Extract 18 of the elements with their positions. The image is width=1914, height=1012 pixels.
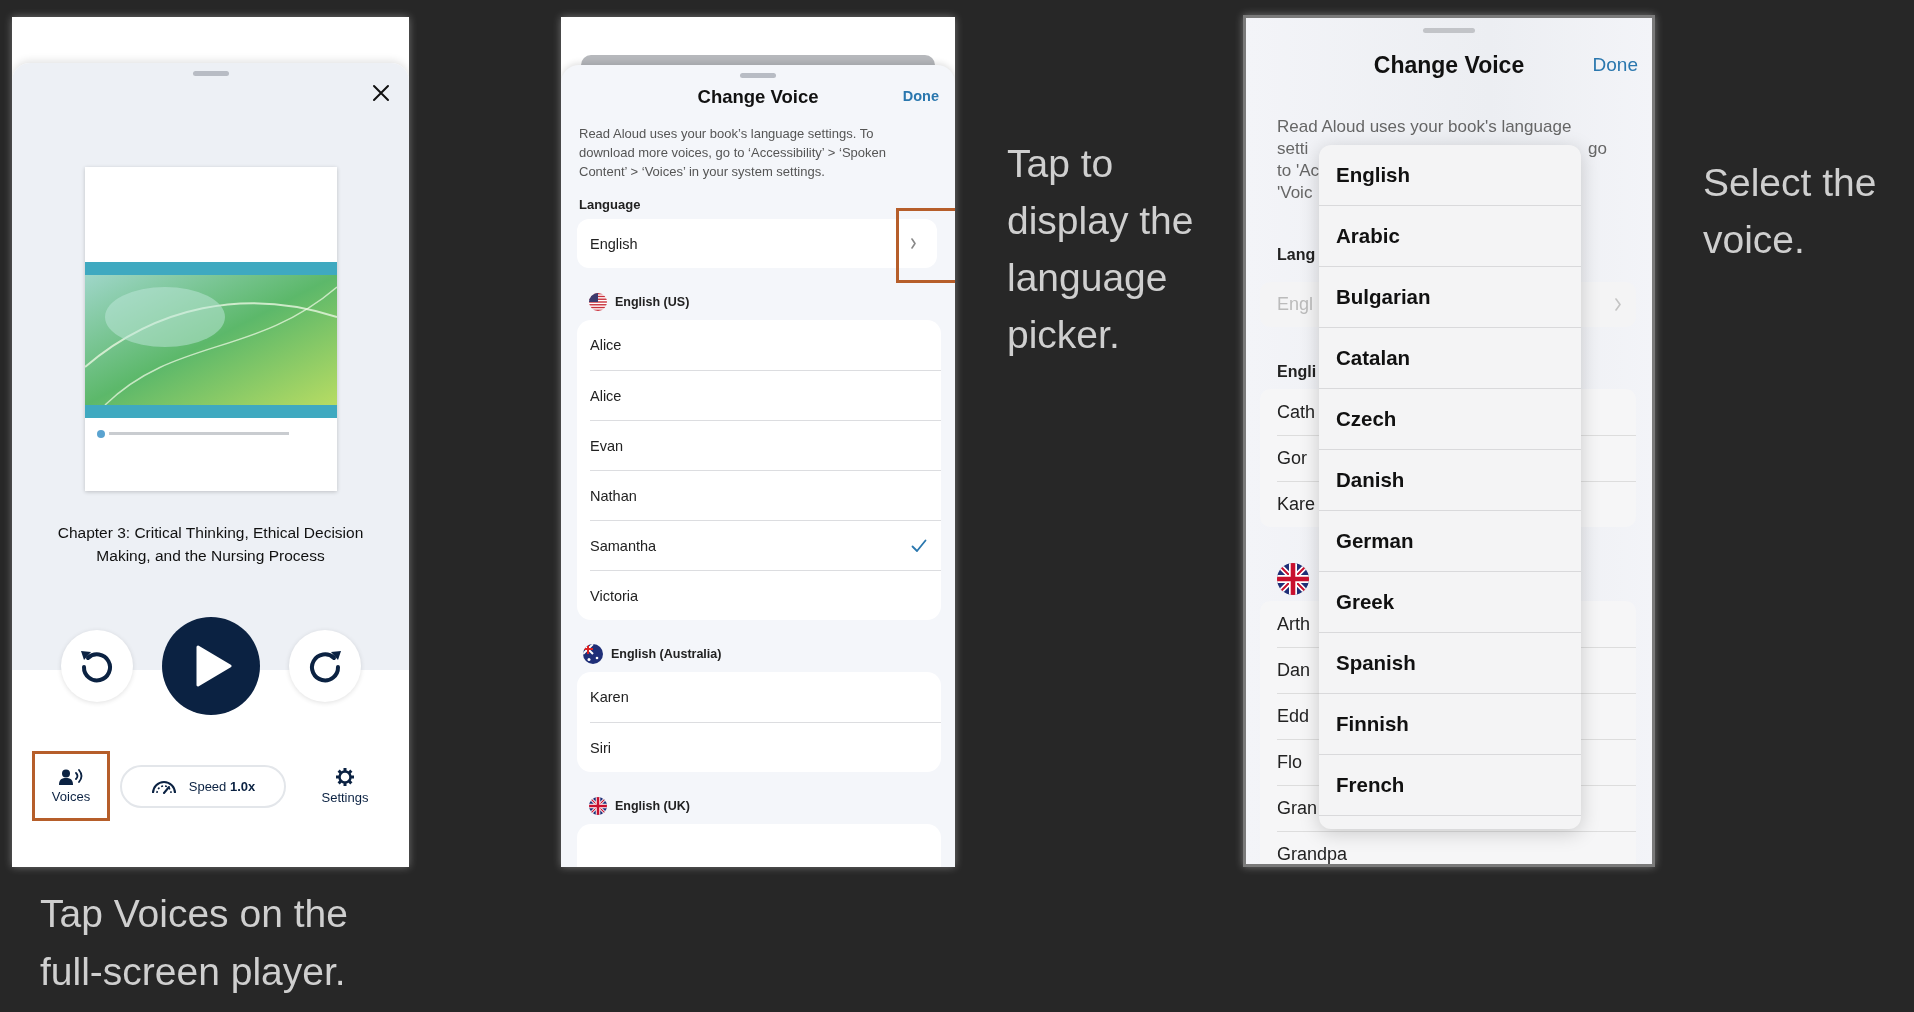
section-header: English (UK)	[615, 799, 690, 813]
section-header: English (US)	[615, 295, 690, 309]
sheet-title: Change Voice	[697, 86, 819, 108]
description-text: go	[1588, 138, 1607, 160]
description-text: Read Aloud uses your book's language	[1277, 116, 1572, 138]
field-label: Lang	[1277, 246, 1317, 265]
caption-text: Select the voice.	[1703, 160, 1878, 263]
description-text: setti	[1277, 138, 1309, 160]
caption-text: Tap to display the language picker.	[1007, 141, 1195, 358]
field-label: Language	[579, 197, 642, 212]
description-text: Read Aloud uses your book’s language settings. To download more voices, go to ‘Accessibility’ > ‘Spoken Content’ > ‘Voices’ in your system settings.	[579, 125, 887, 181]
description-text: to 'Ac	[1277, 160, 1319, 182]
chapter-title: Chapter 3: Critical Thinking, Ethical Decision Making, and the Nursing Process	[56, 523, 365, 566]
sheet-title: Change Voice	[1373, 51, 1525, 79]
caption-text: Tap Voices on the full-screen player.	[40, 891, 349, 995]
description-text: 'Voic	[1277, 182, 1313, 204]
section-header: English (Australia)	[611, 647, 722, 661]
section-header: Engli	[1277, 363, 1318, 382]
